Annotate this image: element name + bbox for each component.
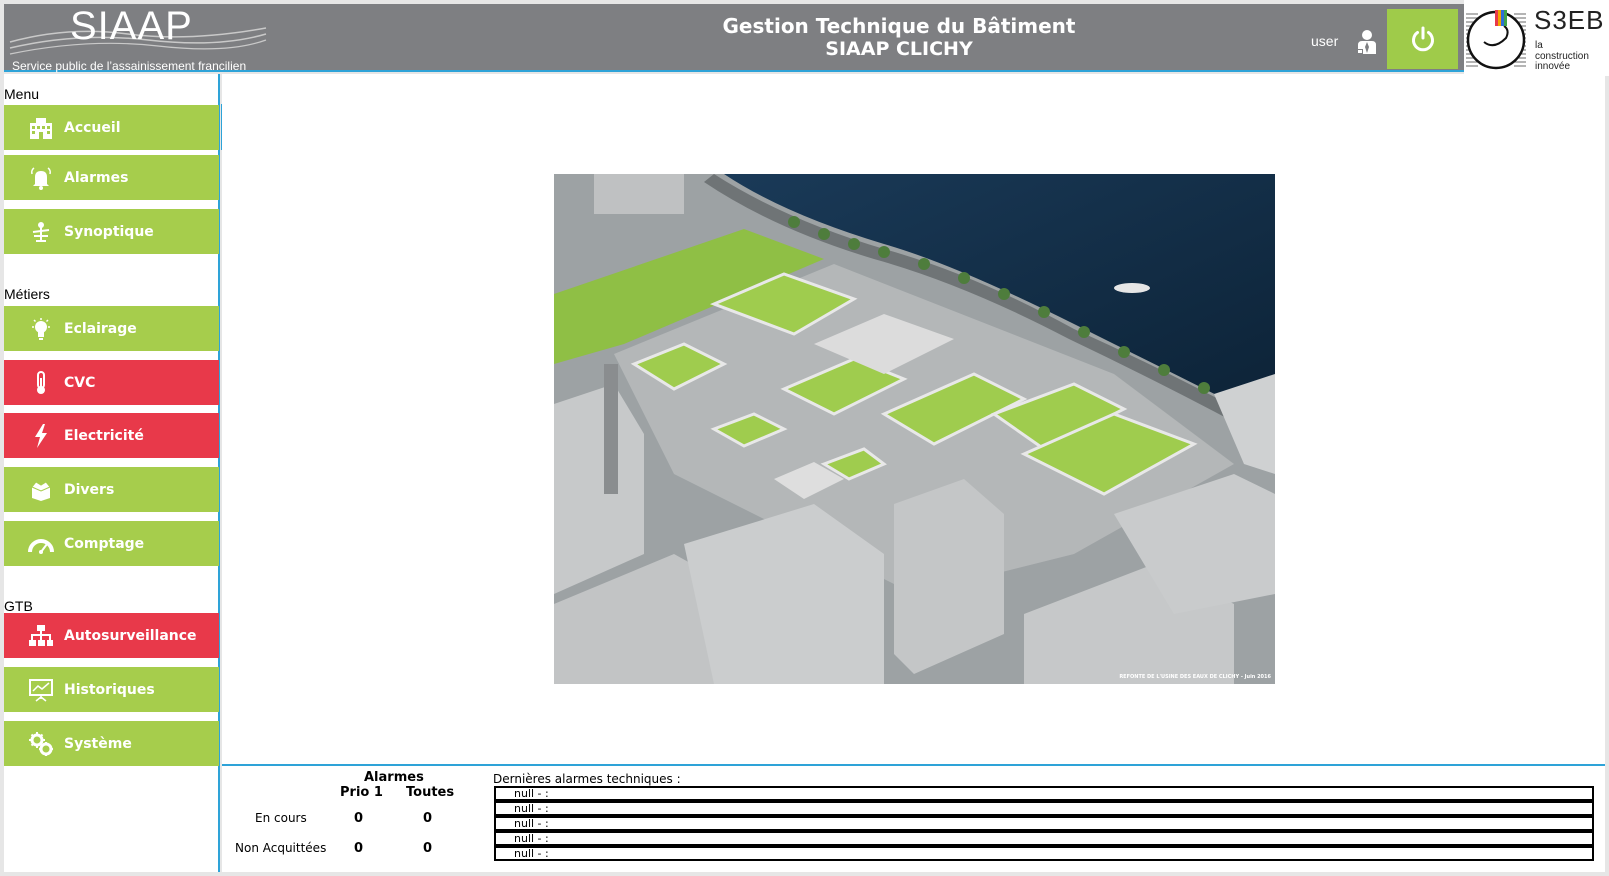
alarms-col-prio1: Prio 1 [340, 785, 383, 800]
sidebar-item-comptage[interactable]: Comptage [4, 521, 219, 566]
gauge-icon [28, 531, 54, 557]
alarms-unack-all[interactable]: 0 [423, 841, 432, 856]
sidebar-item-label: Synoptique [64, 223, 154, 240]
section-label-menu: Menu [4, 86, 40, 102]
building-icon [28, 115, 54, 141]
last-alarm-row[interactable]: null - : [494, 801, 1594, 816]
sidebar-item-label: CVC [64, 374, 96, 391]
siaap-logo-word: SIAAP [70, 4, 193, 48]
sidebar-item-alarmes[interactable]: Alarmes [4, 155, 219, 200]
siaap-logo-tagline: Service public de l’assainissement franc… [12, 59, 247, 73]
bell-icon [28, 165, 54, 191]
sidebar-item-eclairage[interactable]: Eclairage [4, 306, 219, 351]
last-alarm-row[interactable]: null - : [494, 831, 1594, 846]
sidebar-item-label: Comptage [64, 535, 145, 552]
sidebar-item-label: Eclairage [64, 320, 137, 337]
last-alarm-row[interactable]: null - : [494, 846, 1594, 861]
sidebar-item-label: Accueil [64, 119, 121, 136]
siaap-logo: SIAAP Service public de l’assainissement… [8, 4, 270, 73]
image-caption: REFONTE DE L'USINE DES EAUX DE CLICHY - … [1119, 674, 1271, 680]
last-alarm-row[interactable]: null - : [494, 786, 1594, 801]
sidebar-item-cvc[interactable]: CVC [4, 360, 219, 405]
site-aerial-image: REFONTE DE L'USINE DES EAUX DE CLICHY - … [554, 174, 1275, 684]
network-icon [28, 623, 54, 649]
sidebar-item-accueil[interactable]: Accueil [4, 105, 219, 150]
sidebar-item-electricite[interactable]: Electricité [4, 413, 219, 458]
section-label-gtb: GTB [4, 598, 33, 614]
page-title: Gestion Technique du Bâtiment SIAAP CLIC… [654, 14, 1144, 60]
alarms-row-current-label: En cours [255, 811, 307, 825]
alarms-unack-prio1[interactable]: 0 [354, 841, 363, 856]
sidebar-item-label: Autosurveillance [64, 627, 197, 644]
sidebar-item-label: Divers [64, 481, 115, 498]
s3eb-logo-line3: innovée [1535, 61, 1571, 72]
user-icon[interactable] [1356, 28, 1378, 56]
box-icon [28, 477, 54, 503]
sidebar-item-synoptique[interactable]: Synoptique [4, 209, 219, 254]
header-bar: SIAAP Service public de l’assainissement… [4, 0, 1609, 76]
alarms-row-unack-label: Non Acquittées [235, 841, 327, 855]
thermometer-icon [28, 370, 54, 396]
s3eb-logo-line1: la [1535, 40, 1543, 51]
last-alarm-row[interactable]: null - : [494, 816, 1594, 831]
user-name: user [1311, 33, 1339, 49]
alarms-title: Alarmes [364, 770, 424, 785]
gears-icon [28, 731, 54, 757]
sidebar-item-label: Alarmes [64, 169, 129, 186]
main-content: REFONTE DE L'USINE DES EAUX DE CLICHY - … [222, 74, 1605, 766]
chart-board-icon [28, 677, 54, 703]
sidebar-item-label: Historiques [64, 681, 155, 698]
last-alarms-title: Dernières alarmes techniques : [493, 772, 681, 786]
s3eb-logo-name: S3EB [1534, 5, 1605, 35]
alarm-summary-panel: Alarmes Prio 1 Toutes En cours 0 0 Non A… [222, 764, 1605, 872]
sidebar-item-historiques[interactable]: Historiques [4, 667, 219, 712]
alarms-current-all[interactable]: 0 [423, 811, 432, 826]
title-line-1: Gestion Technique du Bâtiment [722, 14, 1076, 38]
section-label-metiers: Métiers [4, 286, 50, 302]
sidebar-item-label: Electricité [64, 427, 144, 444]
alarms-col-all: Toutes [406, 785, 455, 800]
sidebar-item-divers[interactable]: Divers [4, 467, 219, 512]
s3eb-logo: S3EB la construction innovée [1464, 0, 1609, 76]
logout-button[interactable] [1387, 9, 1458, 69]
sidebar-item-label: Système [64, 735, 132, 752]
sidebar: Menu Accueil Alarmes Synoptique Métiers … [4, 74, 220, 872]
sidebar-item-autosurveillance[interactable]: Autosurveillance [4, 613, 219, 658]
synoptic-icon [28, 219, 54, 245]
power-icon [1411, 26, 1434, 52]
lightbulb-icon [28, 316, 54, 342]
title-line-2: SIAAP CLICHY [825, 38, 973, 60]
lightning-icon [28, 423, 54, 449]
sidebar-item-systeme[interactable]: Système [4, 721, 219, 766]
alarms-current-prio1[interactable]: 0 [354, 811, 363, 826]
